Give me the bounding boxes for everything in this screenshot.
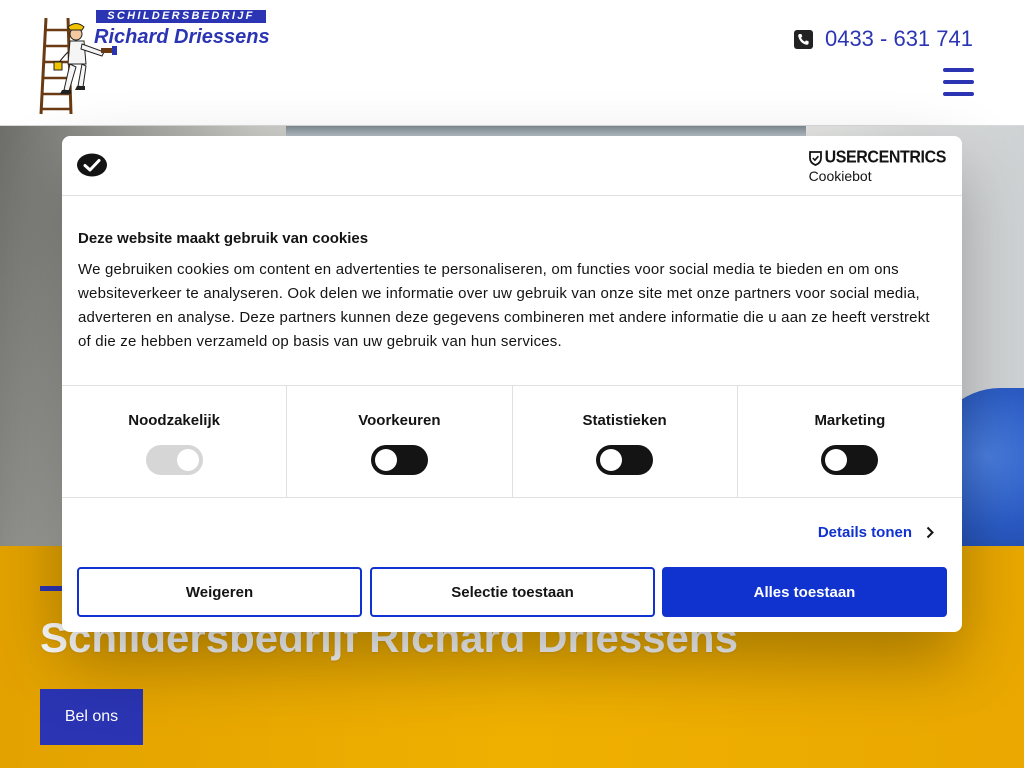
hamburger-menu-icon[interactable] (943, 68, 974, 96)
shield-icon (808, 150, 822, 166)
cookie-dialog-title: Deze website maakt gebruik van cookies (78, 230, 369, 247)
hero-image-pipe (286, 126, 806, 136)
consent-category-preferences: Voorkeuren (287, 386, 513, 497)
statistics-toggle[interactable] (596, 445, 654, 475)
marketing-toggle[interactable] (821, 445, 879, 475)
phone-link[interactable]: 0433 - 631 741 (793, 26, 973, 52)
phone-icon (793, 29, 813, 49)
show-details-label: Details tonen (817, 524, 912, 541)
brand-name: USERCENTRICS (824, 148, 947, 167)
company-logo[interactable]: SCHILDERSBEDRIJF Richard Driessens (38, 8, 270, 116)
phone-number: 0433 - 631 741 (824, 26, 973, 51)
consent-label: Voorkeuren (358, 412, 441, 429)
consent-category-necessary: Noodzakelijk (62, 386, 288, 497)
consent-categories: Noodzakelijk Voorkeuren Statistieken Mar… (62, 385, 962, 498)
consent-label: Noodzakelijk (128, 412, 220, 429)
logo-banner-text: SCHILDERSBEDRIJF (96, 10, 266, 23)
cookie-dialog-text: We gebruiken cookies om content en adver… (78, 261, 930, 350)
cookie-dialog-header: USERCENTRICS Cookiebot (62, 136, 962, 196)
cookiebot-logo-icon (77, 153, 107, 177)
consent-label: Statistieken (582, 412, 667, 429)
logo-company-name: Richard Driessens (94, 26, 270, 48)
call-us-button[interactable]: Bel ons (40, 689, 143, 745)
cookie-consent-dialog: USERCENTRICS Cookiebot Deze website maak… (62, 136, 962, 632)
site-header: SCHILDERSBEDRIJF Richard Driessens 0433 … (0, 0, 1024, 126)
chevron-right-icon (926, 526, 934, 539)
necessary-toggle (145, 445, 203, 475)
allow-all-button[interactable]: Alles toestaan (662, 567, 947, 617)
reject-button[interactable]: Weigeren (77, 567, 362, 617)
usercentrics-cookiebot-brand[interactable]: USERCENTRICS Cookiebot (808, 148, 947, 184)
preferences-toggle[interactable] (370, 445, 428, 475)
brand-subtitle: Cookiebot (808, 168, 872, 184)
consent-label: Marketing (814, 412, 886, 429)
consent-category-marketing: Marketing (738, 386, 962, 497)
allow-selection-button[interactable]: Selectie toestaan (370, 567, 655, 617)
consent-category-statistics: Statistieken (513, 386, 738, 497)
show-details-link[interactable]: Details tonen (818, 524, 934, 541)
